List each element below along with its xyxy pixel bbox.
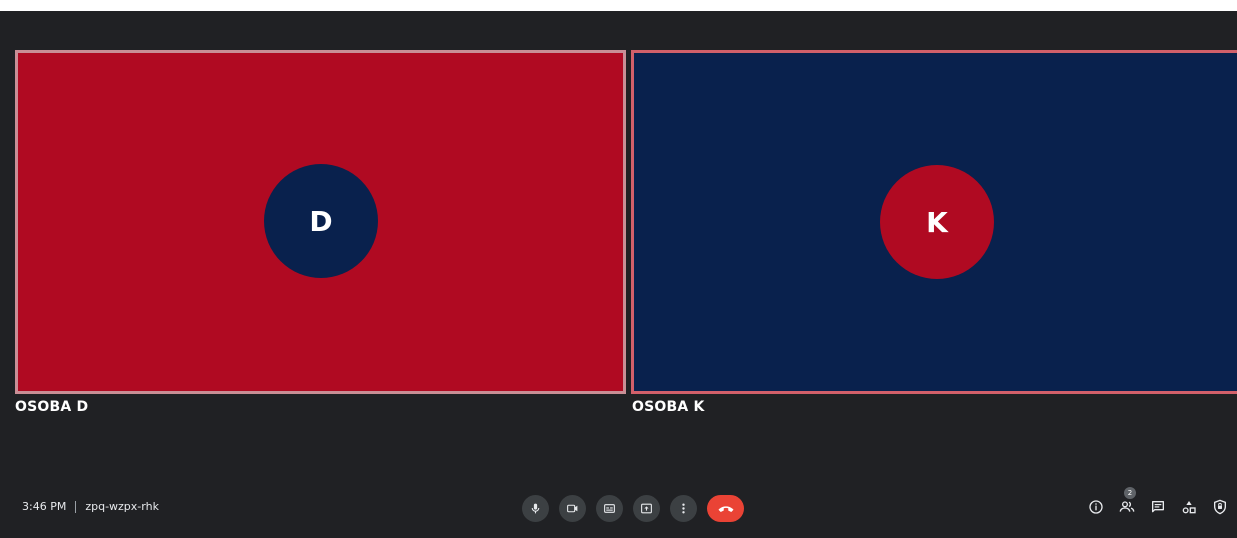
- camera-button[interactable]: [559, 495, 586, 522]
- people-count-badge: 2: [1124, 487, 1136, 499]
- hang-up-icon: [718, 505, 733, 512]
- participant-avatar: K: [880, 165, 994, 279]
- meeting-stage: D OSOBA D K OSOBA K: [0, 11, 1237, 538]
- meeting-code: zpq-wzpx-rhk: [85, 500, 159, 513]
- camera-icon: [567, 504, 578, 513]
- info-icon: [1089, 500, 1103, 514]
- more-options-icon: [682, 503, 685, 514]
- more-options-button[interactable]: [670, 495, 697, 522]
- activities-button[interactable]: [1180, 498, 1198, 516]
- participant-tile-osoba-k[interactable]: K: [631, 50, 1237, 394]
- captions-icon: [604, 504, 615, 513]
- host-controls-icon: [1214, 499, 1226, 515]
- chat-icon: [1152, 501, 1164, 513]
- present-icon: [641, 503, 652, 514]
- meeting-info-button[interactable]: [1087, 498, 1105, 516]
- people-button[interactable]: 2: [1118, 487, 1136, 516]
- participant-avatar: D: [264, 164, 378, 278]
- host-controls-button[interactable]: [1211, 498, 1229, 516]
- call-controls: [522, 495, 744, 522]
- activities-icon: [1182, 501, 1196, 514]
- participant-name: OSOBA K: [632, 399, 705, 415]
- people-icon: [1119, 501, 1135, 512]
- participant-tile-osoba-d[interactable]: D: [15, 50, 626, 394]
- chat-button[interactable]: [1149, 498, 1167, 516]
- present-button[interactable]: [633, 495, 660, 522]
- microphone-button[interactable]: [522, 495, 549, 522]
- avatar-initial: K: [926, 205, 948, 239]
- clock-time: 3:46 PM: [22, 500, 67, 513]
- microphone-icon: [531, 503, 540, 514]
- divider: [75, 500, 77, 513]
- participant-name: OSOBA D: [15, 399, 89, 415]
- meeting-details: 3:46 PM zpq-wzpx-rhk: [22, 500, 159, 513]
- hang-up-button[interactable]: [707, 495, 744, 522]
- captions-button[interactable]: [596, 495, 623, 522]
- side-controls: 2: [1087, 487, 1229, 516]
- avatar-initial: D: [309, 204, 333, 238]
